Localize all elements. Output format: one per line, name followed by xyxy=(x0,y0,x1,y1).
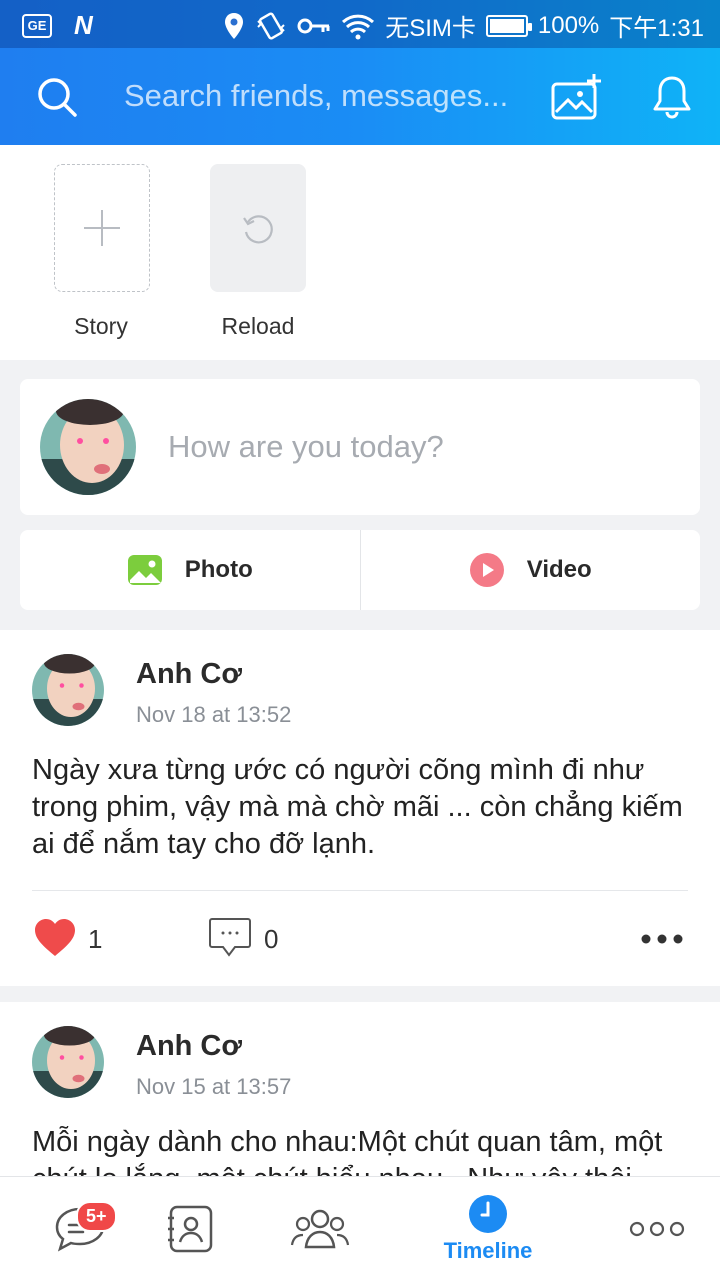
nav-timeline[interactable]: Timeline xyxy=(428,1177,548,1280)
post-time: Nov 18 at 13:52 xyxy=(136,702,292,727)
comment-icon[interactable] xyxy=(208,916,252,960)
post-body: Mỗi ngày dành cho nhau:Một chút quan tâm… xyxy=(32,1126,663,1176)
author-avatar[interactable] xyxy=(32,654,104,726)
n-icon: N xyxy=(74,10,93,40)
feed-post: Anh Cơ Nov 18 at 13:52 Ngày xưa từng ước… xyxy=(0,630,720,986)
group-icon xyxy=(290,1209,350,1249)
more-options-icon[interactable] xyxy=(640,932,684,946)
reload-label: Reload xyxy=(221,313,295,339)
stories-bar: Story Reload xyxy=(0,145,720,360)
media-actions: Photo Video xyxy=(20,530,700,610)
nav-more[interactable] xyxy=(612,1177,702,1280)
reload-icon xyxy=(243,215,273,244)
bottom-navigation: 5+ Timeline xyxy=(0,1176,720,1280)
status-bar: GE N 无SIM卡 100% 下午1:31 xyxy=(0,0,720,48)
search-input[interactable]: Search friends, messages... xyxy=(124,78,508,114)
video-label: Video xyxy=(526,556,592,583)
nav-groups[interactable] xyxy=(270,1177,370,1280)
reload-button[interactable] xyxy=(210,164,306,292)
app-header: Search friends, messages... xyxy=(0,48,720,145)
contacts-icon xyxy=(168,1205,213,1253)
bell-icon[interactable] xyxy=(650,74,694,120)
feed-post: Anh Cơ Nov 15 at 13:57 Mỗi ngày dành cho… xyxy=(0,1002,720,1176)
post-author[interactable]: Anh Cơ xyxy=(136,658,242,691)
heart-icon[interactable] xyxy=(34,918,76,958)
author-avatar[interactable] xyxy=(32,1026,104,1098)
location-icon xyxy=(225,12,244,39)
post-divider xyxy=(32,890,688,891)
photo-button[interactable]: Photo xyxy=(20,530,360,610)
add-photo-icon[interactable] xyxy=(550,72,604,122)
photo-icon xyxy=(127,555,162,585)
unread-badge: 5+ xyxy=(76,1201,117,1232)
post-actions: 1 0 xyxy=(0,908,720,968)
clock-label: 下午1:31 xyxy=(609,15,704,42)
ge-icon: GE xyxy=(22,13,52,38)
post-time: Nov 15 at 13:57 xyxy=(136,1074,292,1099)
video-button[interactable]: Video xyxy=(361,530,701,610)
like-count: 1 xyxy=(88,924,103,954)
carrier-label: 无SIM卡 xyxy=(385,15,476,42)
status-placeholder[interactable]: How are you today? xyxy=(168,429,444,465)
video-icon xyxy=(469,553,504,587)
user-avatar xyxy=(40,399,136,495)
nav-timeline-label: Timeline xyxy=(443,1238,533,1263)
post-author[interactable]: Anh Cơ xyxy=(136,1030,242,1063)
comment-count: 0 xyxy=(264,924,279,954)
story-label: Story xyxy=(74,313,128,339)
vibrate-icon xyxy=(257,11,285,40)
more-icon xyxy=(629,1221,685,1237)
wifi-icon xyxy=(342,14,375,39)
nav-contacts[interactable] xyxy=(140,1177,240,1280)
search-icon[interactable] xyxy=(36,76,78,118)
key-icon xyxy=(297,18,330,33)
battery-label: 100% xyxy=(537,11,600,39)
battery-icon xyxy=(485,14,532,37)
clock-icon xyxy=(469,1195,507,1233)
plus-icon xyxy=(84,210,120,246)
post-body: Ngày xưa từng ước có người cõng mình đi … xyxy=(32,754,683,860)
add-story-button[interactable] xyxy=(54,164,150,292)
status-composer[interactable]: How are you today? xyxy=(20,379,700,515)
photo-label: Photo xyxy=(184,556,253,583)
